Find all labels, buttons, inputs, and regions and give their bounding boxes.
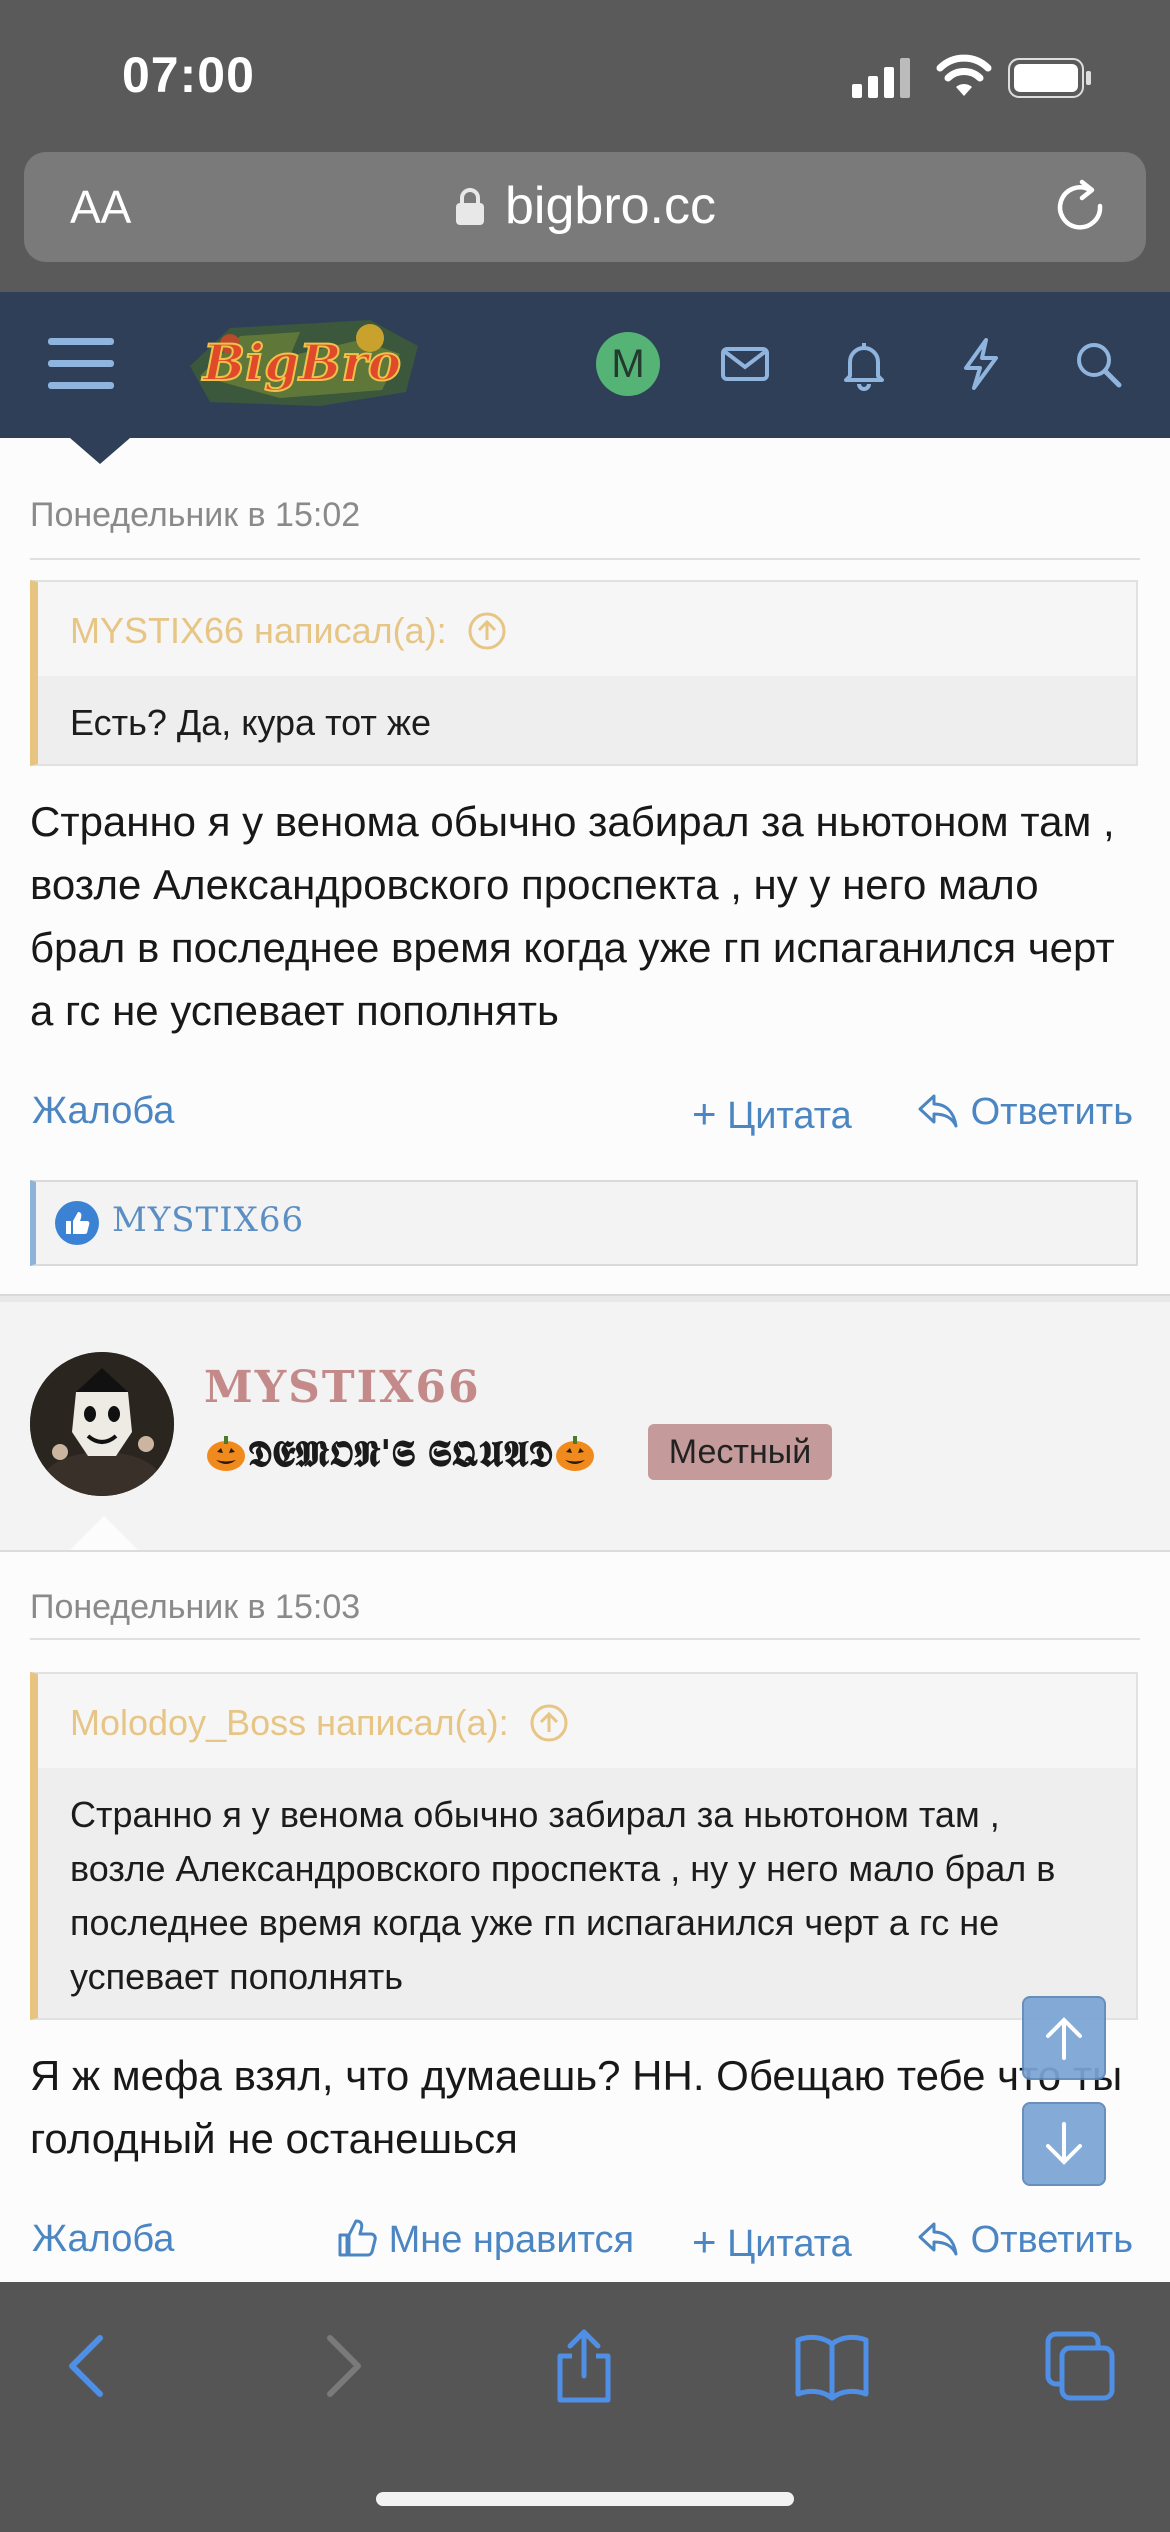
user-pointer	[70, 1516, 138, 1550]
report-link[interactable]: Жалоба	[32, 1090, 174, 1133]
site-logo[interactable]: BigBro	[170, 306, 430, 416]
url-text[interactable]: bigbro.cc	[505, 176, 716, 236]
user-title-text: 𝕯𝕰𝕸𝕺𝕹'𝕾 𝕾𝕼𝖀𝕬𝕯	[248, 1433, 553, 1475]
reply-label: Ответить	[970, 1091, 1133, 1133]
mail-icon[interactable]	[717, 336, 773, 392]
quote-text: Странно я у венома обычно забирал за нью…	[38, 1768, 1136, 2018]
arrow-up-icon	[1046, 2017, 1082, 2060]
divider	[30, 1638, 1140, 1640]
lightning-icon[interactable]	[952, 336, 1008, 392]
plus-icon: +	[692, 1090, 717, 1137]
arrow-down-icon	[1046, 2122, 1082, 2165]
like-reaction-icon	[55, 1201, 99, 1245]
pumpkin-icon	[207, 1436, 245, 1471]
like-button[interactable]: Мне нравится	[336, 2218, 634, 2262]
user-badge: Местный	[648, 1424, 832, 1480]
reply-icon	[918, 1094, 958, 1128]
forward-icon[interactable]	[300, 2326, 380, 2406]
quote-label: Цитата	[727, 1095, 852, 1137]
quote-text: Есть? Да, кура тот же	[38, 676, 1136, 764]
tabs-icon[interactable]	[1040, 2326, 1120, 2406]
reply-button[interactable]: Ответить	[916, 2218, 1133, 2262]
home-indicator	[376, 2492, 794, 2506]
post-divider	[0, 1294, 1170, 1302]
status-time: 07:00	[122, 47, 255, 103]
go-to-quote-icon[interactable]	[529, 1703, 569, 1743]
lock-icon	[456, 188, 484, 225]
post-message: Я ж мефа взял, что думаешь? НН. Обещаю т…	[30, 2052, 1123, 2162]
username[interactable]: MYSTIX66	[204, 1362, 481, 1413]
reply-label: Ответить	[970, 2219, 1133, 2261]
post-date: Понедельник в 15:03	[30, 1588, 361, 1626]
menu-icon[interactable]	[48, 336, 114, 392]
user-avatar[interactable]	[30, 1352, 174, 1496]
scroll-up-button[interactable]	[1022, 1996, 1106, 2080]
quote-author-line[interactable]: Molodoy_Boss написал(а):	[70, 1702, 569, 1744]
reply-icon	[918, 2222, 958, 2256]
quote-button[interactable]: + Цитата	[692, 1090, 852, 1138]
quote-block: Molodoy_Boss написал(а): Странно я у вен…	[30, 1672, 1138, 2020]
battery-icon	[1008, 58, 1091, 98]
plus-icon: +	[692, 2218, 717, 2265]
quote-button[interactable]: + Цитата	[692, 2218, 852, 2266]
cellular-signal-icon	[852, 58, 910, 98]
thumbs-up-icon	[338, 2219, 377, 2257]
quote-author[interactable]: Molodoy_Boss написал(а):	[70, 1702, 509, 1743]
search-icon[interactable]	[1070, 336, 1126, 392]
back-icon[interactable]	[50, 2326, 130, 2406]
pumpkin-icon	[555, 1436, 594, 1471]
post-user-block	[0, 1302, 1170, 1552]
nav-pointer	[70, 438, 130, 464]
quote-author-line[interactable]: MYSTIX66 написал(а):	[70, 610, 507, 652]
scroll-down-button[interactable]	[1022, 2102, 1106, 2186]
reload-icon[interactable]	[1050, 178, 1112, 240]
post-message: Странно я у венома обычно забирал за нью…	[30, 798, 1115, 1034]
bell-icon[interactable]	[836, 336, 892, 392]
logo-text: BigBro	[201, 333, 401, 392]
user-avatar-button[interactable]: M	[596, 332, 660, 396]
wifi-icon	[936, 54, 992, 96]
share-icon[interactable]	[544, 2326, 624, 2406]
like-label: Мне нравится	[388, 2219, 635, 2261]
go-to-quote-icon[interactable]	[467, 611, 507, 651]
report-link[interactable]: Жалоба	[32, 2218, 174, 2261]
quote-author[interactable]: MYSTIX66 написал(а):	[70, 610, 447, 651]
reader-aa-button[interactable]: AA	[70, 180, 131, 234]
quote-block: MYSTIX66 написал(а): Есть? Да, кура тот …	[30, 580, 1138, 766]
reply-button[interactable]: Ответить	[916, 1090, 1133, 1134]
divider	[30, 558, 1140, 560]
bookmarks-icon[interactable]	[792, 2326, 872, 2406]
quote-label: Цитата	[727, 2223, 852, 2265]
reaction-username[interactable]: MYSTIX66	[112, 1200, 304, 1240]
user-title: 𝕯𝕰𝕸𝕺𝕹'𝕾 𝕾𝕼𝖀𝕬𝕯	[204, 1430, 597, 1476]
post-date: Понедельник в 15:02	[30, 496, 361, 534]
